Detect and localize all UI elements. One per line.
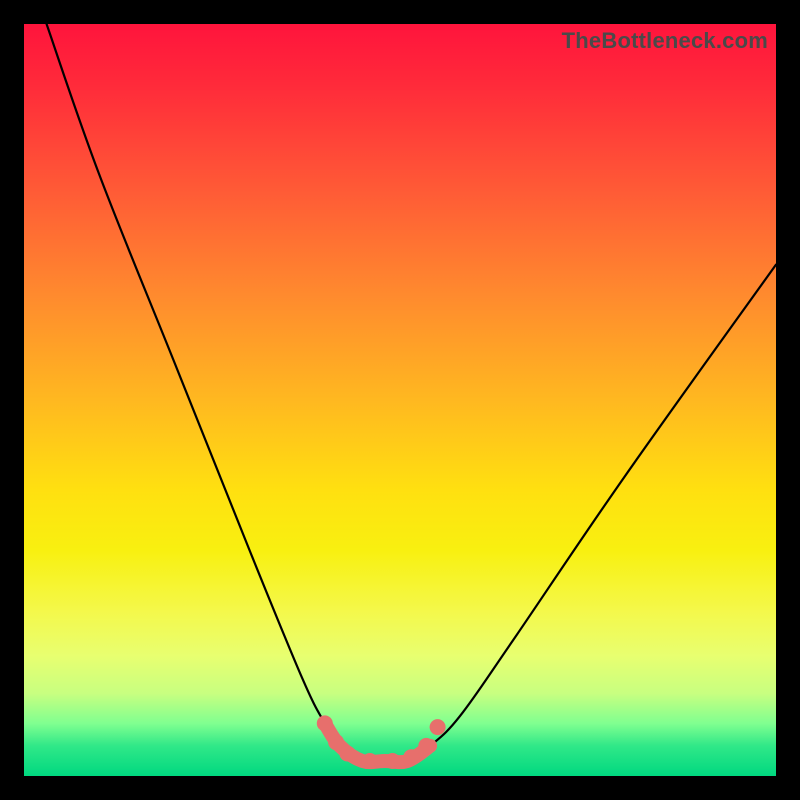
highlight-dot: [328, 734, 344, 750]
plot-area: TheBottleneck.com: [24, 24, 776, 776]
chart-svg: [24, 24, 776, 776]
highlight-dot: [317, 715, 333, 731]
highlight-dot: [430, 719, 446, 735]
highlight-dot: [339, 745, 355, 761]
outer-frame: TheBottleneck.com: [0, 0, 800, 800]
bottleneck-curve: [47, 24, 776, 762]
highlight-dot: [403, 749, 419, 765]
highlight-dot: [362, 753, 378, 769]
highlight-dot: [384, 753, 400, 769]
highlight-dot: [418, 738, 434, 754]
